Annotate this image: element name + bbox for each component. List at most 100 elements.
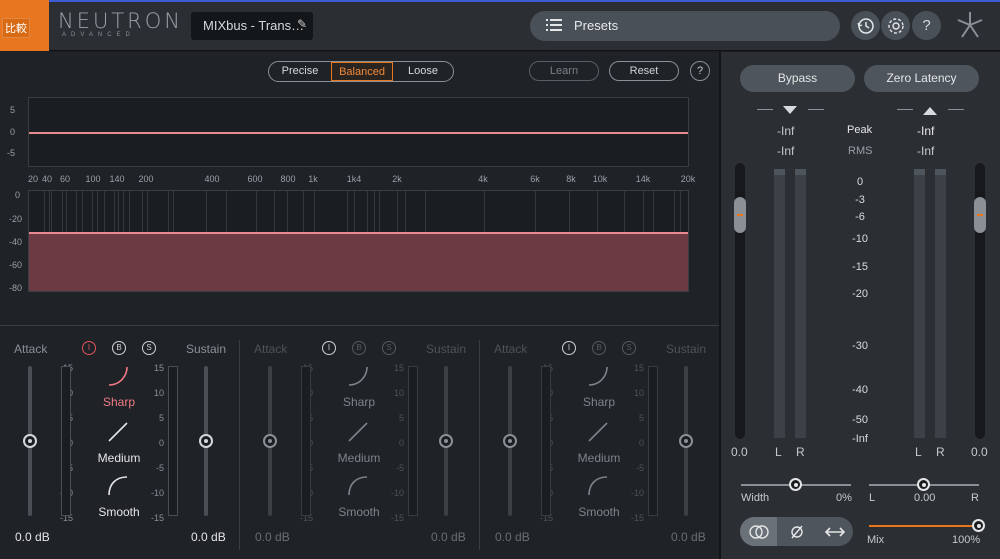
medium-curve-icon[interactable] [106,420,130,444]
izotope-logo[interactable]: 比較 [0,0,49,51]
medium-shape-label[interactable]: Medium [89,451,149,465]
input-gain-value: 0.0 [731,445,748,459]
sustain-value[interactable]: 0.0 dB [671,530,706,544]
help-button[interactable]: ? [912,11,941,40]
pencil-icon[interactable]: ✎ [297,17,307,31]
smooth-shape-label[interactable]: Smooth [329,505,389,519]
smooth-shape-label[interactable]: Smooth [569,505,629,519]
attack-value[interactable]: 0.0 dB [495,530,530,544]
solo-toggle[interactable]: S [142,341,156,355]
medium-shape-label[interactable]: Medium [569,451,629,465]
sharp-shape-label[interactable]: Sharp [89,395,149,409]
sustain-fader[interactable] [679,366,693,516]
input-gain-fader[interactable] [734,163,746,439]
scale-tick: 0 [638,438,644,448]
spectrum-graph[interactable] [28,190,689,292]
pan-slider[interactable] [869,478,979,491]
output-gain-fader[interactable] [974,163,986,439]
threshold-line[interactable] [29,232,688,234]
mode-balanced[interactable]: Balanced [331,62,393,81]
attack-fader[interactable] [23,366,37,516]
bypass-toggle[interactable]: B [112,341,126,355]
presets-button[interactable]: Presets [530,11,840,41]
sustain-value[interactable]: 0.0 dB [431,530,466,544]
input-gain-knob[interactable] [734,197,746,233]
output-gain-knob[interactable] [974,197,986,233]
mode-loose[interactable]: Loose [393,62,453,81]
peak-label: Peak [847,124,873,136]
pan-knob[interactable] [917,478,930,491]
db-scale-tick: -6 [855,211,865,223]
mode-precise[interactable]: Precise [269,62,331,81]
attack-meter [541,366,551,516]
output-rms-value: -Inf [917,144,935,158]
x-tick: 20 [27,174,39,184]
smooth-shape-label[interactable]: Smooth [89,505,149,519]
sharp-shape-label[interactable]: Sharp [569,395,629,409]
x-tick: 2k [392,174,402,184]
bypass-toggle[interactable]: B [352,341,366,355]
attack-fader-knob[interactable] [263,434,277,448]
reset-button[interactable]: Reset [609,61,679,81]
help-button-small[interactable]: ? [690,61,710,81]
swap-channels-button[interactable] [816,517,853,546]
sustain-fader-knob[interactable] [439,434,453,448]
width-knob[interactable] [789,478,802,491]
medium-curve-icon[interactable] [346,420,370,444]
sharp-shape-label[interactable]: Sharp [329,395,389,409]
smooth-curve-icon[interactable] [346,474,370,498]
sharp-curve-icon[interactable] [106,364,130,388]
sharp-curve-icon[interactable] [346,364,370,388]
sharp-curve-icon[interactable] [586,364,610,388]
medium-curve-icon[interactable] [586,420,610,444]
x-tick: 600 [247,174,263,184]
brand-name: NEUTRON [58,9,184,33]
input-rms-value: -Inf [777,144,795,158]
attack-value[interactable]: 0.0 dB [255,530,290,544]
x-tick: 1k4 [346,174,362,184]
output-dash [948,109,964,110]
isolate-toggle[interactable]: I [562,341,576,355]
mix-knob[interactable] [972,519,985,532]
attack-fader[interactable] [263,366,277,516]
zero-latency-button[interactable]: Zero Latency [864,65,979,92]
smooth-curve-icon[interactable] [106,474,130,498]
attack-fader-knob[interactable] [23,434,37,448]
isolate-toggle[interactable]: I [82,341,96,355]
preset-name-field[interactable]: MIXbus - Trans… ✎ [191,12,313,40]
sustain-fader-knob[interactable] [679,434,693,448]
pan-left-label: L [869,492,876,504]
settings-button[interactable] [881,11,910,40]
sustain-fader[interactable] [199,366,213,516]
spectrum-fill [29,233,688,291]
window-edge [0,0,1000,2]
history-button[interactable] [851,11,880,40]
sustain-meter [168,366,178,516]
solo-toggle[interactable]: S [622,341,636,355]
x-tick: 4k [478,174,488,184]
sustain-value[interactable]: 0.0 dB [191,530,226,544]
width-slider[interactable] [741,478,851,491]
phase-invert-button[interactable] [778,517,815,546]
sustain-fader[interactable] [439,366,453,516]
solo-toggle[interactable]: S [382,341,396,355]
attack-fader-knob[interactable] [503,434,517,448]
learn-button[interactable]: Learn [529,61,599,81]
input-dash [757,109,773,110]
bypass-toggle[interactable]: B [592,341,606,355]
medium-shape-label[interactable]: Medium [329,451,389,465]
isolate-toggle[interactable]: I [322,341,336,355]
output-meter-toggle-icon[interactable] [923,107,937,115]
input-meter-toggle-icon[interactable] [783,106,797,114]
bottom-y-tick: -60 [8,260,22,270]
smooth-curve-icon[interactable] [586,474,610,498]
mix-slider[interactable] [869,519,985,532]
mono-button[interactable] [740,517,777,546]
bypass-button[interactable]: Bypass [740,65,855,92]
sustain-fader-knob[interactable] [199,434,213,448]
visual-mixer-icon[interactable] [955,10,985,40]
input-right-label: R [796,445,805,459]
attack-value[interactable]: 0.0 dB [15,530,50,544]
attack-fader[interactable] [503,366,517,516]
scale-tick: 5 [158,413,164,423]
